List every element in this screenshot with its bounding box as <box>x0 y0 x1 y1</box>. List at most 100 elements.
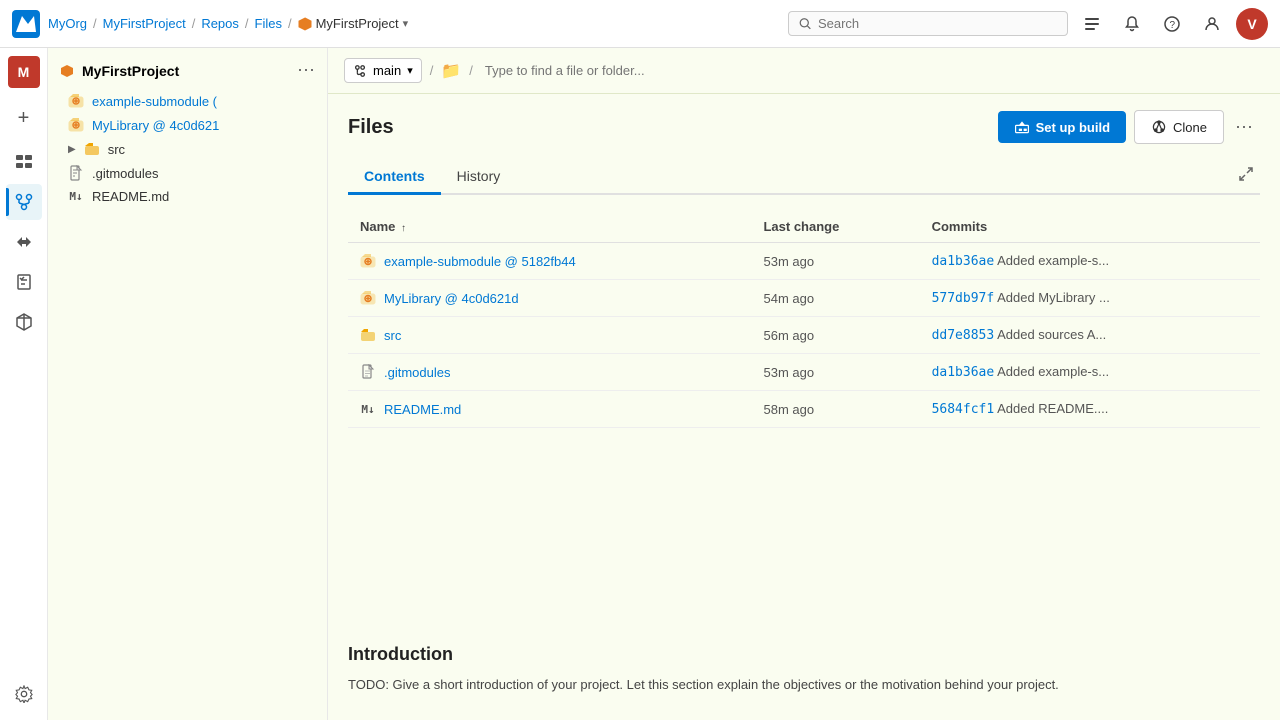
commit-hash-2[interactable]: 577db97f <box>932 291 995 306</box>
col-name[interactable]: Name ↑ <box>348 211 751 243</box>
submodule-icon-1 <box>68 93 84 109</box>
sidebar-item-submodule-1-label: example-submodule ( <box>92 94 217 109</box>
file-link-1[interactable]: example-submodule @ 5182fb44 <box>384 254 576 269</box>
readme-body: TODO: Give a short introduction of your … <box>348 675 1260 696</box>
boards-icon[interactable] <box>6 144 42 180</box>
settings-sidebar-icon[interactable] <box>6 676 42 712</box>
project-icon <box>298 17 312 31</box>
branch-path-sep: / <box>430 63 434 78</box>
breadcrumb-org[interactable]: MyOrg <box>48 16 87 31</box>
commit-cell-5: 5684fcf1 Added README.... <box>920 391 1260 428</box>
commit-msg-5: Added README.... <box>997 401 1108 416</box>
md-icon-table: M↓ <box>360 403 376 416</box>
tab-contents[interactable]: Contents <box>348 160 441 195</box>
sidebar-menu-button[interactable]: ⋯ <box>297 60 315 81</box>
table-row: src 56m ago dd7e8853 Added sources A... <box>348 317 1260 354</box>
user-settings-icon-btn[interactable] <box>1196 8 1228 40</box>
branch-path-slash: / <box>469 63 473 78</box>
submodule-file-icon-1 <box>360 253 376 269</box>
search-box[interactable] <box>788 11 1068 36</box>
main-content: main ▾ / 📁 / Files Set up build <box>328 48 1280 720</box>
file-link-5[interactable]: README.md <box>384 402 461 417</box>
clone-button[interactable]: Clone <box>1134 110 1224 144</box>
file-name-cell-2: MyLibrary @ 4c0d621d <box>360 290 739 306</box>
org-avatar[interactable]: M <box>8 56 40 88</box>
file-link-4[interactable]: .gitmodules <box>384 365 450 380</box>
breadcrumb-current-project[interactable]: MyFirstProject ▾ <box>298 16 409 31</box>
pipelines-icon[interactable] <box>6 224 42 260</box>
sidebar-item-gitmodules-label: .gitmodules <box>92 166 158 181</box>
more-options-button[interactable]: ⋯ <box>1228 111 1260 143</box>
sidebar-project-name: MyFirstProject <box>82 63 179 79</box>
testplans-icon[interactable] <box>6 264 42 300</box>
submodule-file-icon-2 <box>360 290 376 306</box>
tree-chevron-src: ▶ <box>68 144 76 155</box>
submodule-icon-2 <box>68 117 84 133</box>
tree-item-submodule-1[interactable]: example-submodule ( <box>48 89 327 113</box>
settings-svg <box>15 685 33 703</box>
breadcrumb-sep-3: / <box>245 16 249 31</box>
readme-title: Introduction <box>348 644 1260 665</box>
user-avatar[interactable]: V <box>1236 8 1268 40</box>
add-button[interactable]: + <box>6 100 42 136</box>
tree-item-submodule-2[interactable]: MyLibrary @ 4c0d621 <box>48 113 327 137</box>
tree-item-src[interactable]: ▶ src <box>48 137 327 161</box>
breadcrumb-files[interactable]: Files <box>255 16 282 31</box>
sort-arrow: ↑ <box>401 223 406 234</box>
commit-msg-3: Added sources A... <box>997 327 1106 342</box>
commit-hash-5[interactable]: 5684fcf1 <box>932 402 995 417</box>
file-link-2[interactable]: MyLibrary @ 4c0d621d <box>384 291 519 306</box>
tab-history[interactable]: History <box>441 160 517 195</box>
file-name-cell-3: src <box>360 327 739 343</box>
expand-button[interactable] <box>1232 160 1260 188</box>
badge-icon-btn[interactable] <box>1116 8 1148 40</box>
tree-item-gitmodules[interactable]: .gitmodules <box>48 161 327 185</box>
commit-msg-1: Added example-s... <box>997 253 1109 268</box>
table-row: M↓ README.md 58m ago 5684fcf1 Added READ… <box>348 391 1260 428</box>
branch-icon <box>353 64 367 78</box>
task-list-icon-btn[interactable] <box>1076 8 1108 40</box>
breadcrumb-current-label: MyFirstProject <box>316 16 399 31</box>
last-change-4: 53m ago <box>751 354 919 391</box>
file-sidebar: MyFirstProject ⋯ example-submodule ( <box>48 48 328 720</box>
commit-hash-3[interactable]: dd7e8853 <box>932 328 995 343</box>
last-change-3: 56m ago <box>751 317 919 354</box>
commit-hash-4[interactable]: da1b36ae <box>932 365 995 380</box>
commit-hash-1[interactable]: da1b36ae <box>932 254 995 269</box>
help-icon-btn[interactable]: ? <box>1156 8 1188 40</box>
file-link-3[interactable]: src <box>384 328 401 343</box>
breadcrumb-repos[interactable]: Repos <box>201 16 239 31</box>
folder-icon-src <box>84 141 100 157</box>
repos-svg <box>14 192 34 212</box>
search-input[interactable] <box>818 16 1057 31</box>
folder-file-icon-3 <box>360 327 376 343</box>
branch-bar: main ▾ / 📁 / <box>328 48 1280 94</box>
repos-icon[interactable] <box>6 184 42 220</box>
sidebar-item-submodule-2-label: MyLibrary @ 4c0d621 <box>92 118 219 133</box>
path-finder-input[interactable] <box>481 59 1264 82</box>
readme-section: Introduction TODO: Give a short introduc… <box>328 644 1280 720</box>
commit-cell-2: 577db97f Added MyLibrary ... <box>920 280 1260 317</box>
branch-selector[interactable]: main ▾ <box>344 58 422 83</box>
file-name-cell-5: M↓ README.md <box>360 402 739 417</box>
setup-build-label: Set up build <box>1036 120 1110 135</box>
tree-item-readme[interactable]: M↓ README.md <box>48 185 327 208</box>
last-change-2: 54m ago <box>751 280 919 317</box>
testplans-svg <box>14 272 34 292</box>
table-row: MyLibrary @ 4c0d621d 54m ago 577db97f Ad… <box>348 280 1260 317</box>
files-section: Files Set up build <box>328 94 1280 644</box>
setup-build-button[interactable]: Set up build <box>998 111 1126 143</box>
project-dot-icon <box>60 64 74 78</box>
breadcrumb-project[interactable]: MyFirstProject <box>103 16 186 31</box>
folder-icon-branch: 📁 <box>441 61 461 81</box>
col-last-change: Last change <box>751 211 919 243</box>
app-logo[interactable] <box>12 10 40 38</box>
task-list-icon <box>1084 16 1100 32</box>
breadcrumb-sep-1: / <box>93 16 97 31</box>
artifacts-icon[interactable] <box>6 304 42 340</box>
file-name-cell-1: example-submodule @ 5182fb44 <box>360 253 739 269</box>
file-sidebar-header: MyFirstProject ⋯ <box>48 48 327 89</box>
clone-icon <box>1151 119 1167 135</box>
setup-build-icon <box>1014 119 1030 135</box>
breadcrumb-sep-2: / <box>192 16 196 31</box>
